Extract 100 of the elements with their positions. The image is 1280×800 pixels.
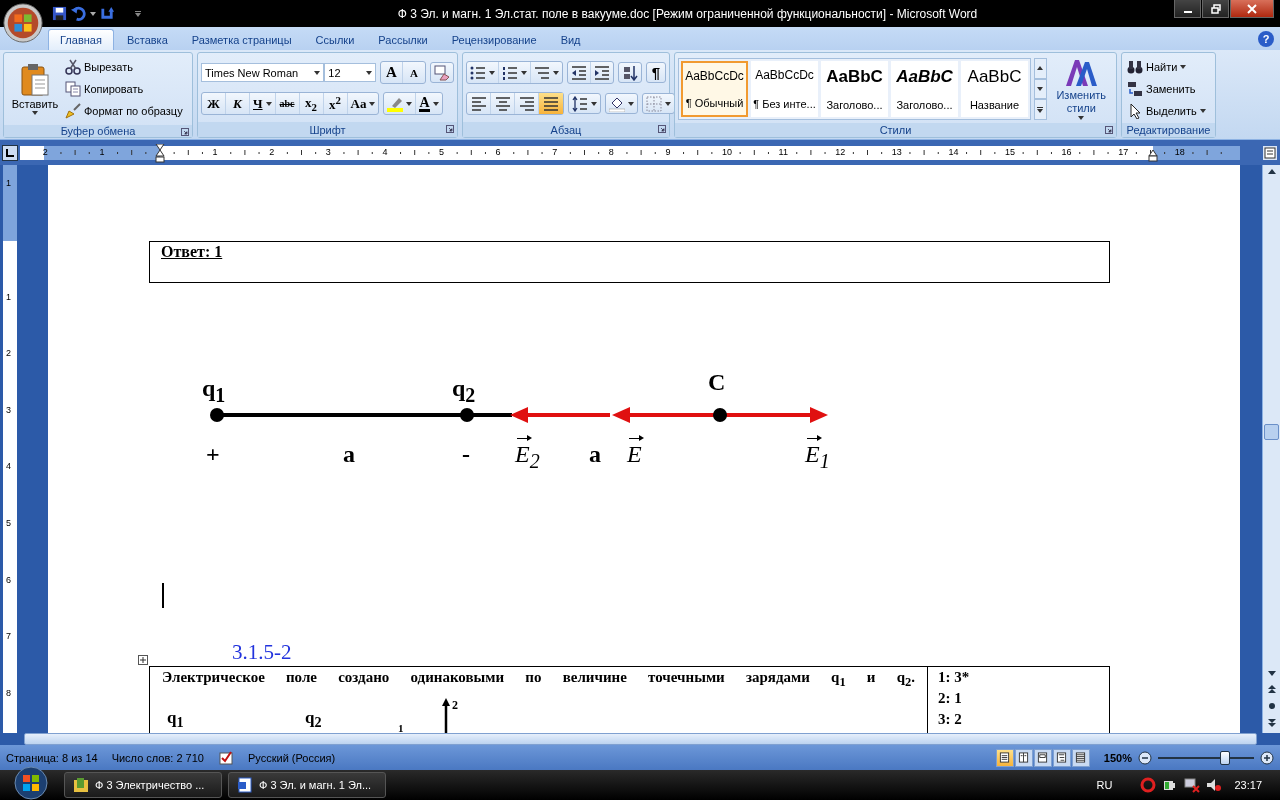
redo-icon[interactable] bbox=[100, 6, 115, 21]
scissors-icon bbox=[65, 59, 81, 75]
question-text: Электрическое поле создано одинаковыми по величине точечными зарядами q$_{1}$ и q$_{2}$. bbox=[162, 668, 915, 691]
plus-icon bbox=[1260, 750, 1274, 765]
font-size-field[interactable]: 12 bbox=[324, 63, 376, 82]
ribbon-tab[interactable]: Вид bbox=[549, 29, 592, 50]
format-button[interactable]: Ж bbox=[202, 93, 226, 114]
style-tile[interactable]: AaBbCcDc ¶ Без инте... bbox=[751, 61, 818, 117]
format-button[interactable]: К bbox=[226, 93, 250, 114]
down-arrow-icon[interactable] bbox=[1267, 671, 1276, 676]
language-indicator[interactable]: RU bbox=[1096, 779, 1113, 791]
group-label: Редактирование bbox=[1126, 124, 1211, 136]
scroll-thumb[interactable] bbox=[1264, 424, 1279, 440]
charge-label: q$_{1}$ bbox=[202, 374, 226, 408]
zoom-out-button[interactable] bbox=[1138, 750, 1152, 765]
shading-button[interactable] bbox=[605, 93, 638, 114]
table-move-handle-icon[interactable] bbox=[138, 655, 148, 665]
view-button[interactable] bbox=[1052, 748, 1071, 767]
clipboard-button[interactable]: Формат по образцу bbox=[63, 101, 185, 121]
highlight-button[interactable] bbox=[384, 93, 417, 114]
editing-button[interactable]: Найти bbox=[1125, 57, 1212, 76]
view-ruler-button[interactable] bbox=[1263, 145, 1277, 160]
font-name-field[interactable]: Times New Roman bbox=[201, 63, 325, 82]
restore-button[interactable] bbox=[1202, 0, 1229, 18]
taskbar-button[interactable]: Ф 3 Эл. и магн. 1 Эл... bbox=[228, 772, 386, 798]
style-tile[interactable]: AaBbC Название bbox=[961, 61, 1028, 117]
zoom-slider-thumb[interactable] bbox=[1220, 750, 1231, 765]
proofing-icon[interactable] bbox=[217, 749, 234, 766]
task-number: 3.1.5-2 bbox=[232, 640, 293, 664]
editing-button[interactable]: Заменить bbox=[1125, 79, 1212, 98]
scroll-up-button[interactable] bbox=[1034, 58, 1047, 79]
dialog-launcher-icon[interactable] bbox=[658, 125, 666, 133]
zoom-slider[interactable] bbox=[1158, 750, 1254, 765]
help-button[interactable]: ? bbox=[1258, 31, 1274, 47]
clock[interactable]: 23:17 bbox=[1234, 779, 1262, 791]
charge-label: q$_{2}$ bbox=[452, 374, 476, 408]
more-button[interactable] bbox=[1034, 99, 1047, 120]
format-button[interactable]: Ч bbox=[250, 93, 276, 114]
minimize-button[interactable] bbox=[1174, 0, 1201, 18]
dialog-launcher-icon[interactable] bbox=[446, 125, 454, 133]
ring-icon[interactable] bbox=[1140, 777, 1157, 793]
taskbar-button[interactable]: Ф 3 Электричество ... bbox=[64, 772, 222, 798]
up-arrow-icon[interactable] bbox=[1267, 169, 1276, 174]
ribbon-tab[interactable]: Разметка страницы bbox=[180, 29, 303, 50]
scroll-down-button[interactable] bbox=[1034, 78, 1047, 100]
save-icon[interactable] bbox=[52, 6, 67, 21]
sort-button[interactable] bbox=[618, 62, 642, 83]
format-button[interactable]: x$^{2}$ bbox=[323, 93, 348, 114]
format-button[interactable]: abc bbox=[275, 93, 300, 114]
style-tile[interactable]: AaBbCcDc ¶ Обычный bbox=[681, 61, 748, 117]
change-styles-button[interactable]: Изменить стили bbox=[1049, 58, 1113, 120]
clipboard-button[interactable]: Вырезать bbox=[63, 57, 185, 77]
page-icon bbox=[1018, 752, 1030, 763]
format-button[interactable]: Aa bbox=[347, 93, 379, 114]
view-button[interactable] bbox=[995, 748, 1014, 767]
next-page-icon[interactable] bbox=[1267, 719, 1276, 727]
font-size-button[interactable]: A bbox=[403, 62, 425, 83]
ribbon-tab[interactable]: Рецензирование bbox=[440, 29, 548, 50]
browse-object-icon[interactable] bbox=[1267, 702, 1276, 710]
previous-page-icon[interactable] bbox=[1267, 685, 1276, 693]
ribbon-tab[interactable]: Рассылки bbox=[367, 29, 439, 50]
ruler-number: 1 bbox=[99, 146, 105, 157]
font-color-button[interactable]: A bbox=[416, 93, 442, 114]
caret-icon[interactable] bbox=[90, 11, 96, 16]
page-count[interactable]: Страница: 8 из 14 bbox=[6, 751, 98, 764]
clipboard-button[interactable]: Копировать bbox=[63, 79, 185, 99]
zoom-in-button[interactable] bbox=[1260, 750, 1274, 765]
zoom-level[interactable]: 150% bbox=[1103, 751, 1132, 764]
customize-caret-icon[interactable] bbox=[135, 10, 141, 17]
tab-selector-button[interactable] bbox=[2, 144, 18, 161]
indent-marker-icon[interactable] bbox=[155, 143, 165, 164]
view-button[interactable] bbox=[1014, 748, 1033, 767]
ribbon-tab[interactable]: Ссылки bbox=[304, 29, 366, 50]
dialog-launcher-icon[interactable] bbox=[181, 128, 189, 136]
right-indent-marker-icon[interactable] bbox=[1148, 149, 1158, 162]
format-button[interactable]: x$_{2}$ bbox=[299, 93, 324, 114]
close-button[interactable] bbox=[1230, 0, 1274, 18]
editing-button[interactable]: Выделить bbox=[1125, 101, 1212, 120]
network-icon[interactable] bbox=[1184, 777, 1201, 793]
style-tile[interactable]: AaBbC Заголово... bbox=[891, 61, 958, 117]
word-count[interactable]: Число слов: 2 710 bbox=[111, 751, 204, 764]
vertical-scrollbar[interactable] bbox=[1262, 165, 1280, 733]
font-size-button[interactable]: A bbox=[381, 62, 403, 83]
group-label: Буфер обмена bbox=[60, 125, 136, 137]
language-indicator[interactable]: Русский (Россия) bbox=[247, 751, 336, 764]
ribbon-tab[interactable]: Вставка bbox=[115, 29, 179, 50]
align-button[interactable] bbox=[539, 93, 563, 114]
show-marks-button[interactable]: ¶ bbox=[646, 62, 666, 83]
clear-formatting-button[interactable] bbox=[430, 62, 454, 83]
ribbon-tab[interactable]: Главная bbox=[48, 29, 114, 50]
speaker-icon[interactable] bbox=[1206, 777, 1223, 793]
style-tile[interactable]: AaBbC Заголово... bbox=[821, 61, 888, 117]
start-button[interactable] bbox=[14, 766, 48, 800]
text-cursor bbox=[162, 583, 164, 608]
line-spacing-button[interactable] bbox=[568, 93, 601, 114]
undo-icon[interactable] bbox=[71, 6, 86, 21]
view-button[interactable] bbox=[1071, 748, 1090, 767]
view-button[interactable] bbox=[1033, 748, 1052, 767]
dialog-launcher-icon[interactable] bbox=[1105, 126, 1113, 134]
paste-button[interactable]: Вставить bbox=[7, 56, 63, 122]
